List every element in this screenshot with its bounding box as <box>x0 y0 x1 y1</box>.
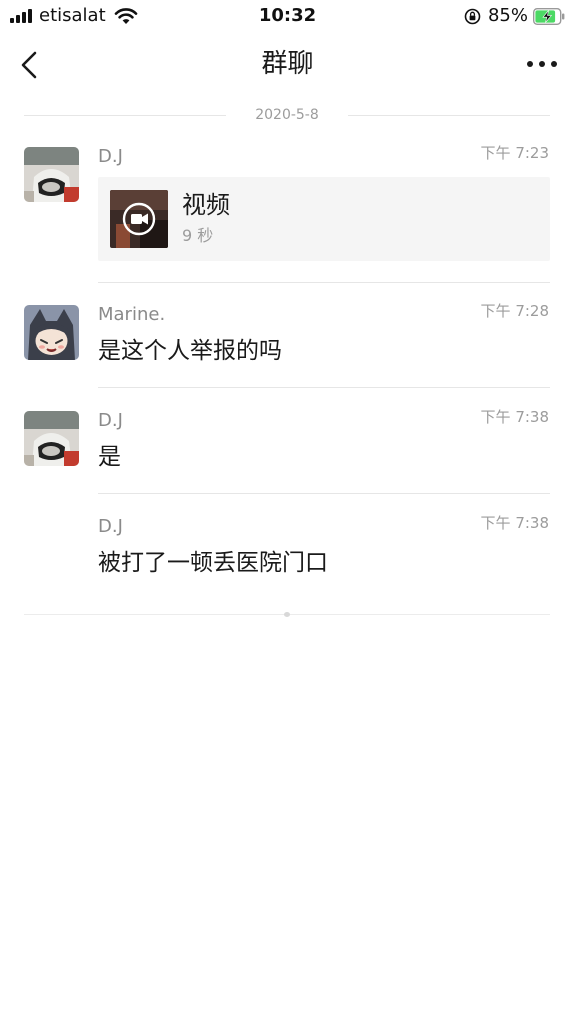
message-time: 下午 7:38 <box>480 514 549 532</box>
message-text[interactable]: 是这个人举报的吗 <box>98 336 282 366</box>
divider-line-right <box>348 115 550 116</box>
video-duration: 9 秒 <box>182 226 214 245</box>
message-text[interactable]: 是 <box>98 442 121 472</box>
sender-name: D.J <box>98 410 123 431</box>
date-divider: 2020-5-8 <box>24 104 550 126</box>
message-time: 下午 7:23 <box>480 144 549 162</box>
battery-charging-icon <box>533 7 565 25</box>
status-bar-right: 85% <box>464 5 565 27</box>
video-message-card[interactable]: 视频 9 秒 <box>98 177 550 261</box>
battery-percent: 85% <box>487 5 528 26</box>
avatar[interactable] <box>24 411 79 466</box>
message-separator <box>98 493 550 494</box>
status-bar: etisalat 10:32 85% <box>0 0 575 32</box>
avatar[interactable] <box>24 305 79 360</box>
more-icon[interactable] <box>525 58 559 70</box>
avatar[interactable] <box>24 147 79 202</box>
list-end-dot <box>284 612 290 617</box>
message-text[interactable]: 被打了一顿丢医院门口 <box>98 548 328 578</box>
sender-name: D.J <box>98 146 123 167</box>
message-time: 下午 7:28 <box>480 302 549 320</box>
chat-title: 群聊 <box>261 49 314 79</box>
chat-screen: etisalat 10:32 85% 群聊 2020-5-8 D.J 下午 7:… <box>0 0 575 1024</box>
video-thumbnail <box>110 190 168 248</box>
sender-name: D.J <box>98 516 123 537</box>
orientation-lock-icon <box>464 8 481 24</box>
message-separator <box>98 282 550 283</box>
message-time: 下午 7:38 <box>480 408 549 426</box>
video-title: 视频 <box>182 191 230 219</box>
message-separator <box>98 387 550 388</box>
nav-bar: 群聊 <box>0 36 575 94</box>
sender-name: Marine. <box>98 304 166 325</box>
